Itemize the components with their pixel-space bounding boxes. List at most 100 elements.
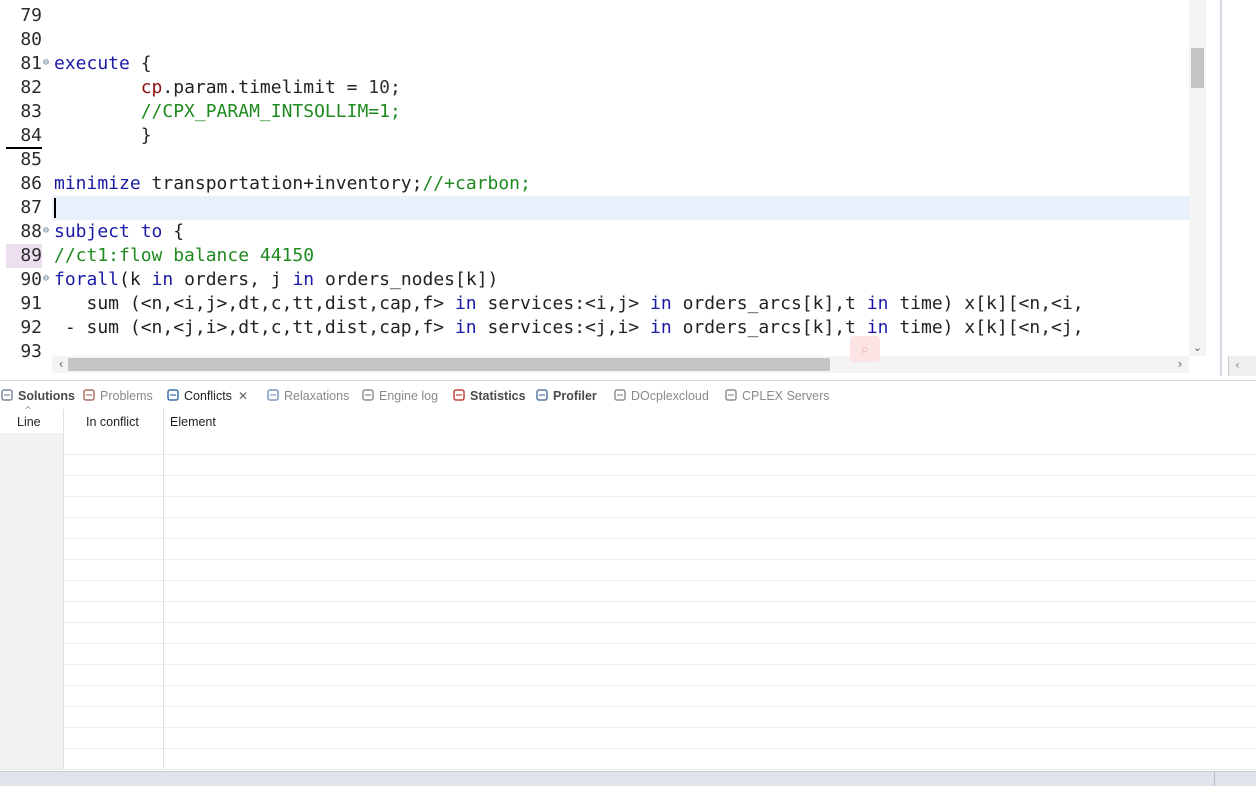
scroll-right-arrow-icon[interactable]: › [1173, 356, 1187, 373]
table-row-divider [0, 496, 1256, 497]
code-token: time) x[k][<n,<j, [888, 317, 1084, 338]
tab-label: Conflicts [184, 389, 232, 403]
tab-label: Solutions [18, 389, 75, 403]
side-panel-stub[interactable]: ‹ [1228, 356, 1256, 376]
code-token: //ct1:flow balance 44150 [54, 245, 315, 266]
table-row-divider [0, 769, 1256, 770]
code-line: execute { [54, 52, 152, 76]
fold-toggle-icon[interactable]: ⊖ [43, 52, 52, 76]
vertical-scroll-thumb[interactable] [1191, 48, 1204, 88]
code-token: sum (<n,<i,j>,dt,c,tt,dist,cap,f> [54, 293, 455, 314]
table-row-divider [0, 454, 1256, 455]
code-line: sum (<n,<i,j>,dt,c,tt,dist,cap,f> in ser… [54, 292, 1084, 316]
table-row-divider [0, 727, 1256, 728]
code-token: .param.timelimit = [162, 77, 369, 98]
code-token: in [454, 293, 477, 314]
code-token: } [54, 125, 152, 146]
code-token: subject to [54, 221, 163, 242]
tab-problems[interactable]: Problems [82, 385, 153, 407]
column-header-in-conflict[interactable]: In conflict [86, 411, 139, 433]
line-number: 84 [20, 125, 42, 146]
table-row-divider [0, 580, 1256, 581]
tab-label: Profiler [553, 389, 597, 403]
search-icon[interactable]: ⌕ [850, 336, 880, 362]
code-token: services:<i,j> [476, 293, 651, 314]
tab-relaxations[interactable]: Relaxations [266, 385, 349, 407]
code-line: //ct1:flow balance 44150 [54, 244, 314, 268]
code-token: ; [389, 77, 401, 98]
table-row-divider [0, 559, 1256, 560]
line-number: 89 [20, 245, 42, 266]
line-number: 93 [20, 341, 42, 362]
text-caret [54, 198, 56, 218]
table-row-divider [0, 517, 1256, 518]
tab-statistics[interactable]: Statistics [452, 385, 526, 407]
line-number: 85 [20, 149, 42, 170]
table-row-divider [0, 601, 1256, 602]
profiler-icon [535, 387, 549, 401]
table-row-divider [0, 685, 1256, 686]
table-row-divider [0, 538, 1256, 539]
tab-cplex-servers[interactable]: CPLEX Servers [724, 385, 830, 407]
code-token: in [650, 293, 672, 314]
code-token: (k [119, 269, 152, 290]
code-token: in [454, 317, 477, 338]
tab-profiler[interactable]: Profiler [535, 385, 597, 407]
fold-toggle-icon[interactable]: ⊖ [43, 268, 52, 292]
editor-border [1220, 0, 1222, 376]
scroll-down-arrow-icon[interactable]: ⌄ [1191, 340, 1204, 356]
table-row-divider [0, 664, 1256, 665]
code-token: orders_nodes[k]) [314, 269, 499, 290]
line-number: 81 [20, 53, 42, 74]
tab-engine-log[interactable]: Engine log [361, 385, 438, 407]
current-line-highlight [52, 196, 1189, 220]
scroll-left-arrow-icon[interactable]: ‹ [54, 356, 68, 373]
line-number: 80 [20, 29, 42, 50]
code-token: forall [54, 269, 120, 290]
code-line: //CPX_PARAM_INTSOLLIM=1; [54, 100, 401, 124]
tab-label: Engine log [379, 389, 439, 403]
line-number: 91 [20, 293, 42, 314]
table-row-divider [0, 622, 1256, 623]
code-token: in [650, 317, 672, 338]
code-token: minimize [54, 173, 141, 194]
horizontal-scroll-thumb[interactable] [68, 358, 830, 371]
engine-log-icon [361, 387, 375, 401]
code-token: cp [140, 77, 163, 98]
chevron-left-icon[interactable]: ‹ [1235, 358, 1240, 372]
code-editor[interactable]: 79 80 81 ⊖ execute {82 cp.param.timelimit = … [0, 0, 1222, 376]
statistics-icon [452, 387, 466, 401]
code-token: { [162, 221, 185, 242]
tab-conflicts[interactable]: Conflicts ✕ [166, 385, 248, 407]
code-token: - sum (<n,<j,i>,dt,c,tt,dist,cap,f> [54, 317, 455, 338]
column-divider[interactable] [163, 409, 164, 769]
tab-label: DOcplexcloud [631, 389, 709, 403]
tab-solutions[interactable]: Solutions [0, 385, 75, 407]
column-header-line[interactable]: Line [17, 411, 41, 433]
table-row-divider [0, 475, 1256, 476]
code-token: execute [54, 53, 130, 74]
bottom-panel: Solutions Problems Conflicts ✕ Relaxations En… [0, 380, 1256, 786]
relaxations-icon [266, 387, 280, 401]
code-token: time) x[k][<n,<i, [888, 293, 1084, 314]
fold-toggle-icon[interactable]: ⊖ [43, 220, 52, 244]
line-number: 90 [20, 269, 42, 290]
close-icon[interactable]: ✕ [238, 389, 248, 403]
conflicts-icon [166, 387, 180, 401]
solutions-icon [0, 387, 14, 401]
line-number: 88 [20, 221, 42, 242]
code-token: in [292, 269, 315, 290]
tab-label: Statistics [470, 389, 526, 403]
tab-label: Relaxations [284, 389, 350, 403]
docplexcloud-icon [613, 387, 627, 401]
tab-label: CPLEX Servers [742, 389, 830, 403]
code-token: transportation+inventory; [140, 173, 423, 194]
column-divider[interactable] [63, 409, 64, 769]
line-number: 82 [20, 77, 42, 98]
column-header-element[interactable]: Element [170, 411, 216, 433]
code-token: in [866, 317, 889, 338]
tab-docplexcloud[interactable]: DOcplexcloud [613, 385, 709, 407]
table-row-divider [0, 748, 1256, 749]
code-line: subject to { [54, 220, 184, 244]
